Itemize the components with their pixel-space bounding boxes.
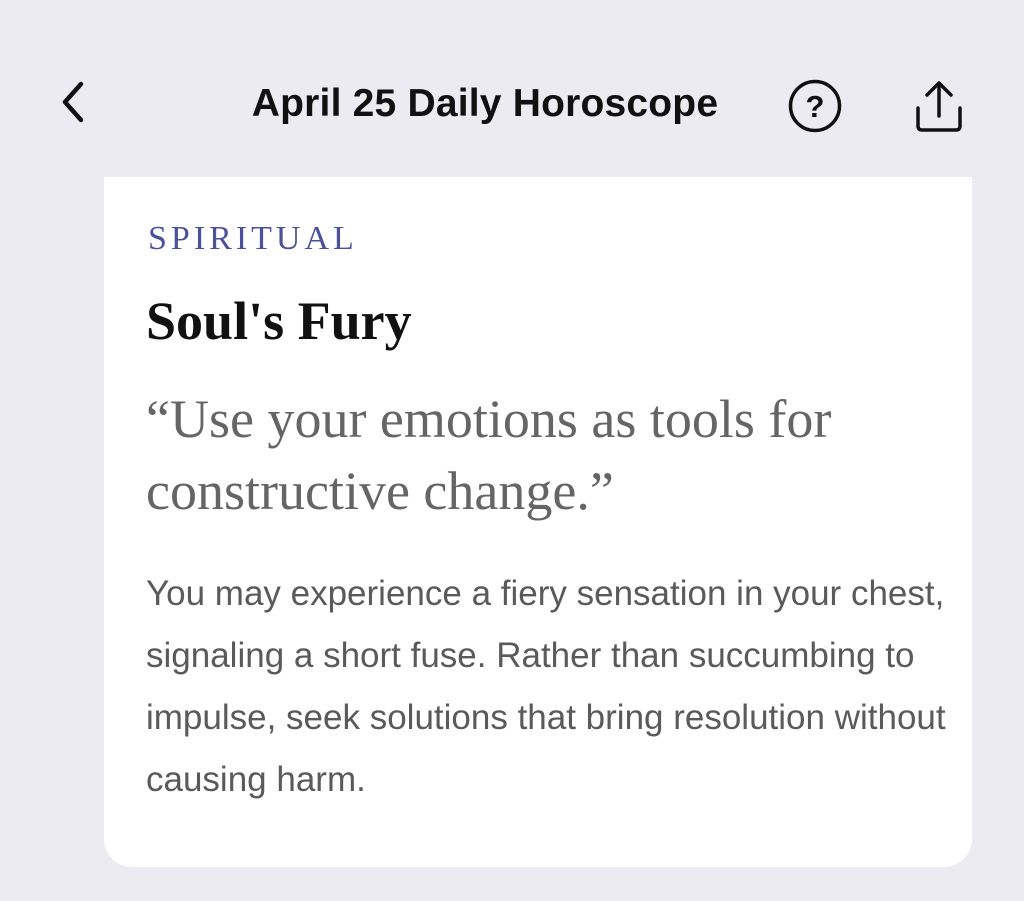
share-upload-icon [916, 81, 962, 132]
help-button[interactable]: ? [786, 77, 844, 135]
share-button[interactable] [908, 76, 970, 136]
page-title: April 25 Daily Horoscope [251, 82, 719, 125]
help-glyph: ? [806, 89, 825, 124]
horoscope-quote: “Use your emotions as tools for construc… [146, 389, 832, 521]
horoscope-body: You may experience a fiery sensation in … [146, 574, 946, 799]
card-title: Soul's Fury [146, 291, 412, 351]
question-circle-icon: ? [788, 79, 842, 133]
top-bar: April 25 Daily Horoscope ? [0, 0, 1024, 176]
category-label: SPIRITUAL [148, 220, 358, 257]
back-button[interactable] [48, 76, 100, 128]
horoscope-card: SPIRITUAL Soul's Fury “Use your emotions… [104, 177, 972, 867]
chevron-left-icon [62, 81, 84, 123]
